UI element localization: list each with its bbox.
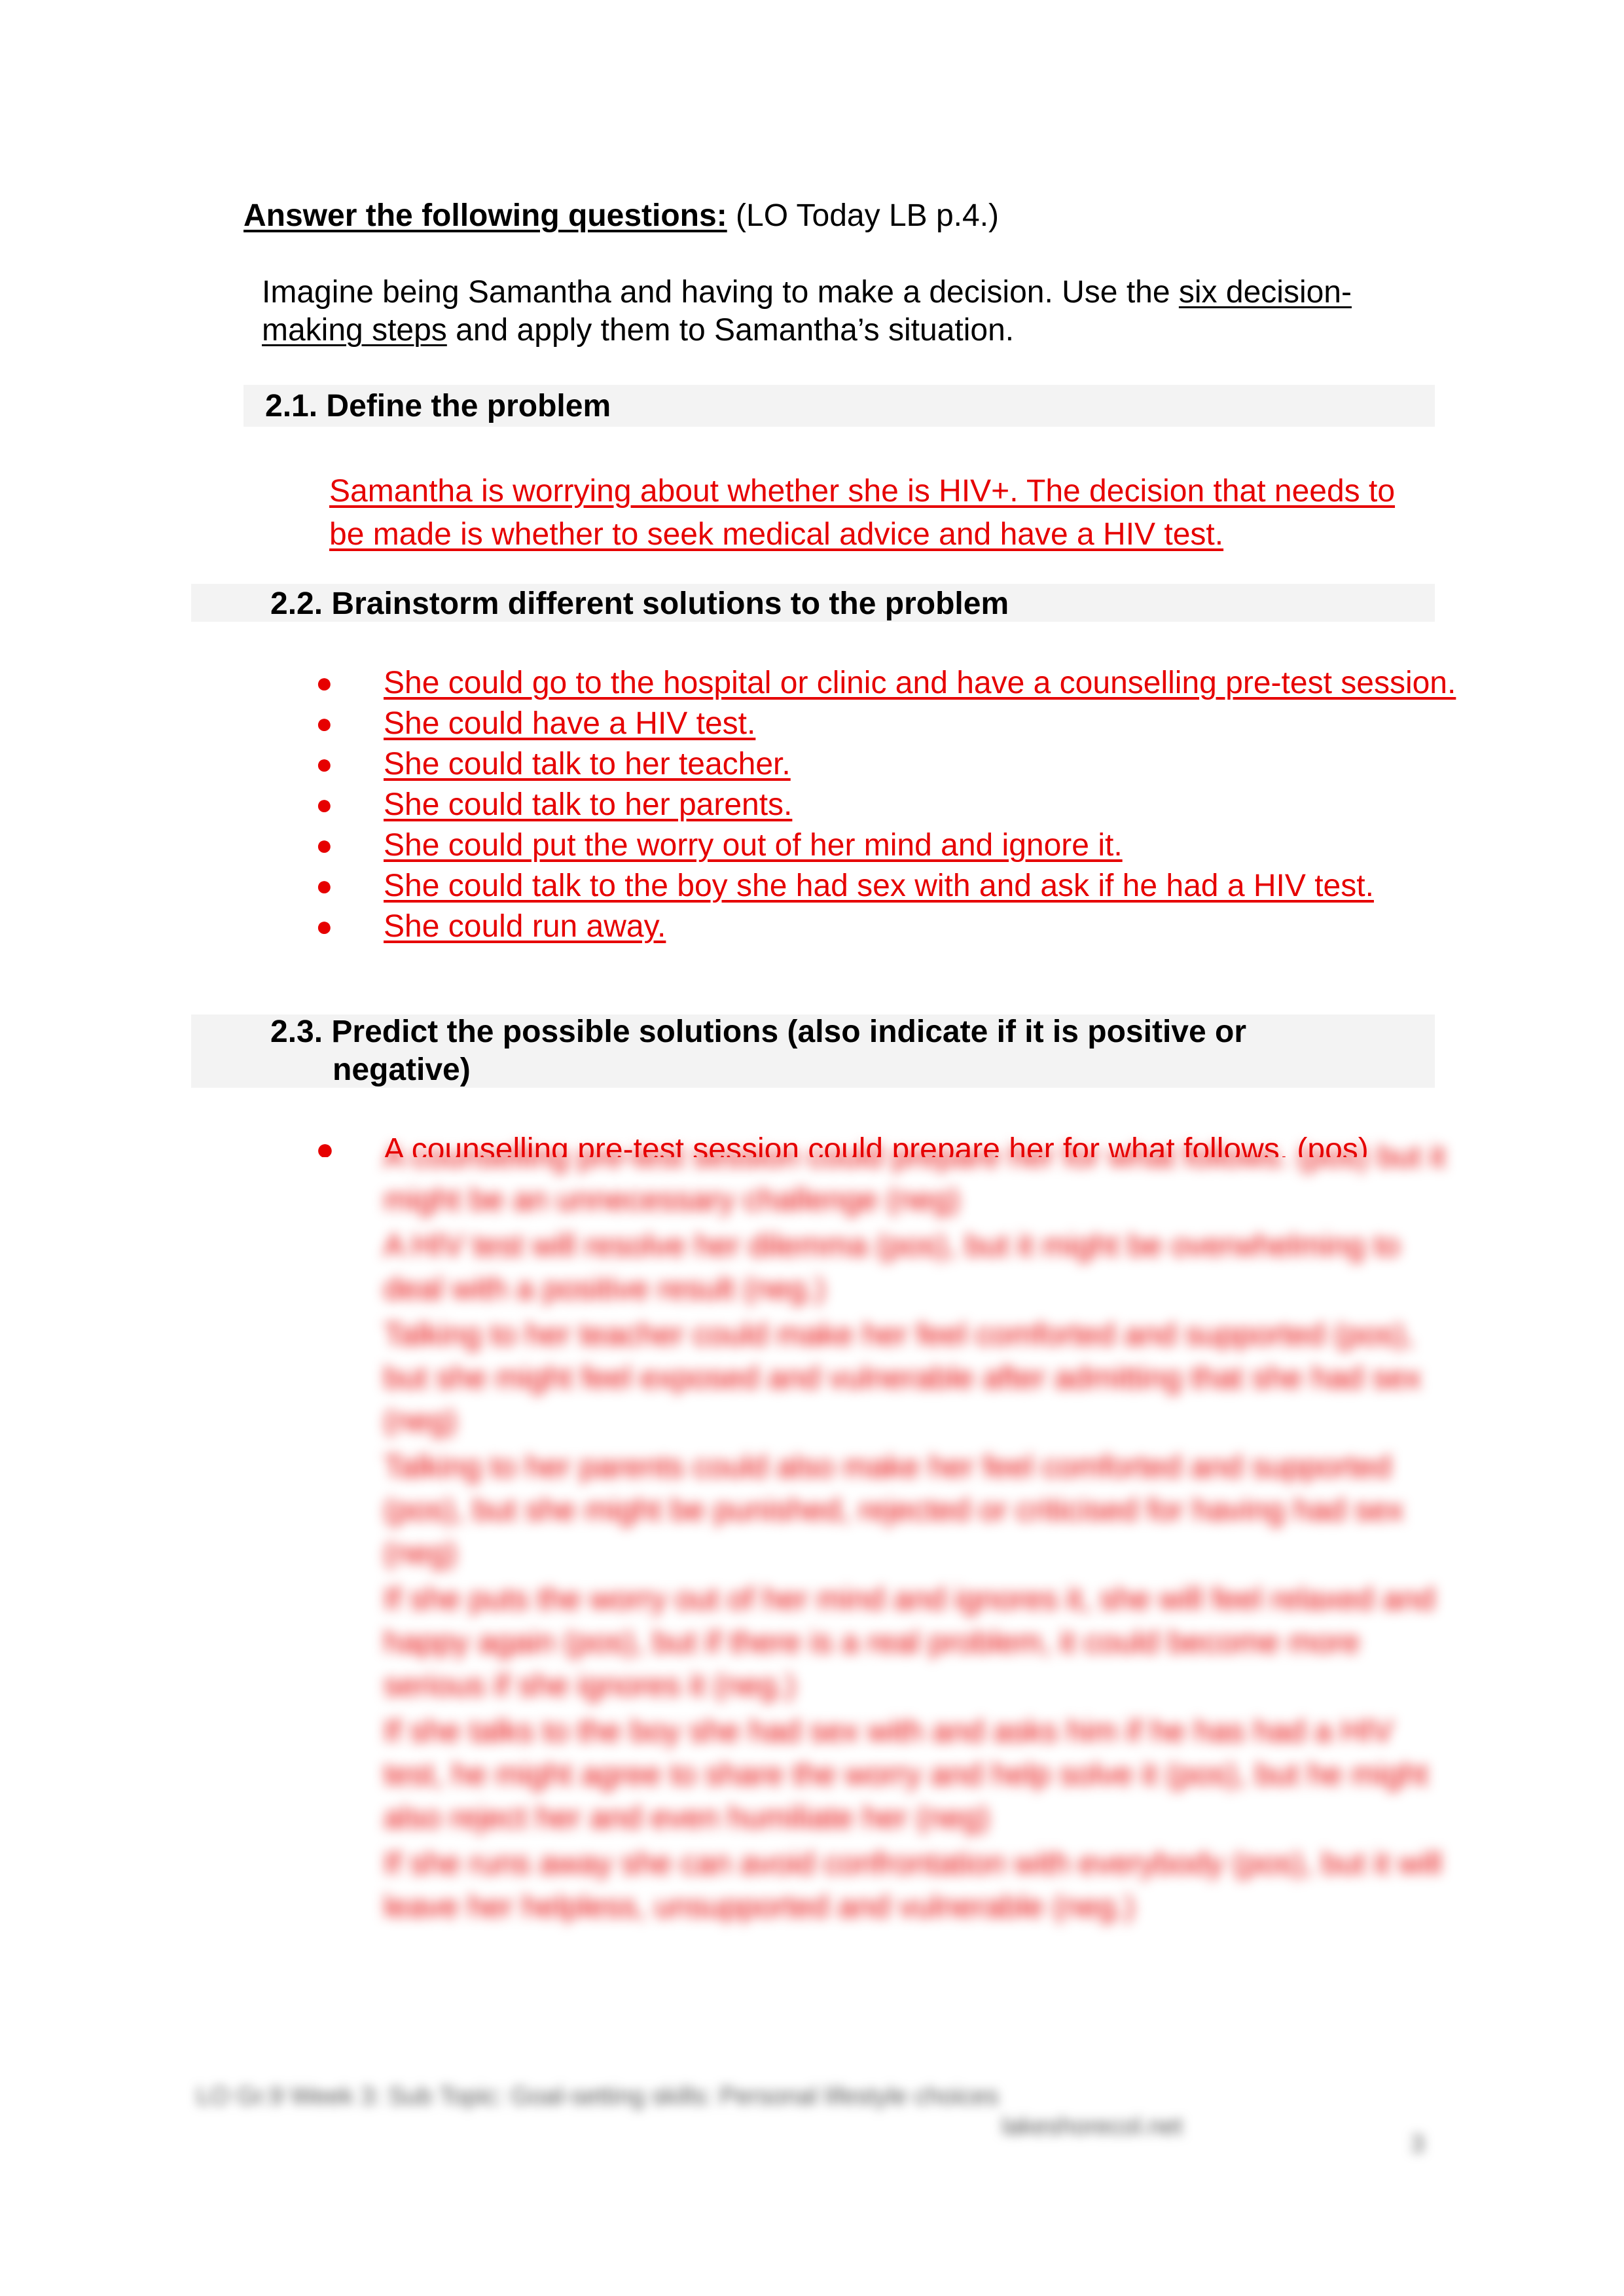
page-footer: LO Gr.9 Week 3: Sub Topic: Goal-setting …	[196, 2081, 1440, 2142]
section-title-2-3-text: 2.3. Predict the possible solutions (als…	[270, 1014, 1246, 1087]
questions-heading: Answer the following questions: (LO Toda…	[244, 196, 999, 236]
intro-paragraph: Imagine being Samantha and having to mak…	[262, 274, 1427, 350]
section-title-2-3: 2.3. Predict the possible solutions (als…	[270, 1013, 1291, 1089]
list-item: ● She could talk to her parents.	[308, 786, 1460, 824]
list-item: A HIV test will resolve her dilemma (pos…	[384, 1229, 1400, 1306]
bullet-icon: ●	[316, 910, 333, 942]
section-title-2-1: 2.1. Define the problem	[265, 389, 611, 423]
list-item: ● She could talk to the boy she had sex w…	[308, 867, 1460, 905]
questions-reference: (LO Today LB p.4.)	[736, 198, 1000, 233]
bullet-icon: ●	[316, 748, 333, 780]
list-item: A counselling pre-test session could pre…	[384, 1139, 1446, 1217]
footer-line-2: lakeshorecol.net	[1001, 2113, 1183, 2140]
intro-text-1: Imagine being Samantha and having to mak…	[262, 275, 1179, 310]
section-title-2-2: 2.2. Brainstorm different solutions to t…	[270, 586, 1009, 621]
bullet-icon: ●	[316, 829, 333, 861]
list-item: If she talks to the boy she had sex with…	[384, 1714, 1428, 1835]
list-item: If she runs away she can avoid confronta…	[384, 1846, 1442, 1924]
document-page: Answer the following questions: (LO Toda…	[0, 0, 1624, 2296]
questions-heading-label: Answer the following questions:	[244, 198, 727, 233]
list-item: ● She could put the worry out of her mind…	[308, 827, 1460, 865]
answer-2-1: Samantha is worrying about whether she i…	[329, 474, 1396, 552]
list-item: If she puts the worry out of her mind an…	[384, 1582, 1435, 1703]
brainstorm-list: ● She could go to the hospital or clinic …	[308, 664, 1460, 948]
page-number: 3	[1411, 2130, 1425, 2158]
footer-line-1: LO Gr.9 Week 3: Sub Topic: Goal-setting …	[196, 2083, 999, 2110]
list-item: Talking to her teacher could make her fe…	[384, 1318, 1422, 1439]
list-item: Talking to her parents could also make h…	[384, 1450, 1404, 1571]
list-item: ● She could have a HIV test.	[308, 705, 1460, 743]
bullet-icon: ●	[316, 708, 333, 740]
list-item: ● She could go to the hospital or clinic …	[308, 664, 1460, 702]
prediction-list-blurred: A counselling pre-test session could pre…	[308, 1136, 1447, 1931]
bullet-icon: ●	[316, 789, 333, 821]
list-item: ● She could run away.	[308, 908, 1460, 946]
bullet-icon: ●	[316, 667, 333, 699]
bullet-icon: ●	[316, 870, 333, 902]
intro-text-2: and apply them to Samantha’s situation.	[446, 313, 1015, 348]
list-item: ● She could talk to her teacher.	[308, 745, 1460, 783]
